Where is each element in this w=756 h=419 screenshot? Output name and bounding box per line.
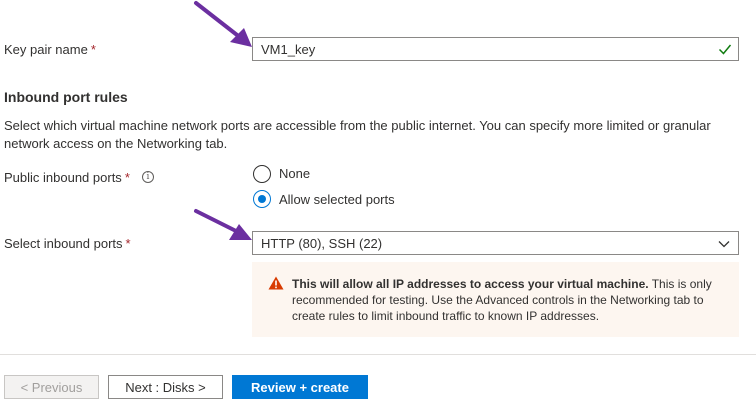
next-disks-button[interactable]: Next : Disks > <box>108 375 223 399</box>
key-pair-label: Key pair name * <box>4 42 96 57</box>
check-icon <box>718 44 732 55</box>
key-pair-name-input[interactable]: VM1_key <box>252 37 739 61</box>
required-mark: * <box>90 42 96 57</box>
section-title-inbound: Inbound port rules <box>4 89 128 105</box>
inbound-description: Select which virtual machine network por… <box>4 118 711 151</box>
public-inbound-label: Public inbound ports * <box>4 170 130 185</box>
select-inbound-label: Select inbound ports * <box>4 236 131 251</box>
previous-button[interactable]: < Previous <box>4 375 99 399</box>
required-mark: * <box>125 236 131 251</box>
key-pair-value: VM1_key <box>261 41 316 57</box>
warning-icon <box>268 276 284 290</box>
annotation-arrow-icon <box>194 1 252 47</box>
review-create-button[interactable]: Review + create <box>232 375 368 399</box>
annotation-arrow-icon <box>194 209 252 240</box>
radio-none[interactable] <box>253 165 271 183</box>
inbound-ports-select[interactable]: HTTP (80), SSH (22) <box>252 231 739 255</box>
footer-divider <box>0 354 756 355</box>
warning-message: This will allow all IP addresses to acce… <box>252 262 739 337</box>
radio-none-label[interactable]: None <box>279 166 310 181</box>
chevron-down-icon <box>718 241 730 248</box>
info-icon[interactable]: i <box>142 171 154 183</box>
required-mark: * <box>124 170 130 185</box>
inbound-ports-value: HTTP (80), SSH (22) <box>261 235 383 251</box>
radio-allow-selected-ports-label[interactable]: Allow selected ports <box>279 192 395 207</box>
radio-allow-selected-ports[interactable] <box>253 190 271 208</box>
warning-bold-text: This will allow all IP addresses to acce… <box>292 277 649 291</box>
